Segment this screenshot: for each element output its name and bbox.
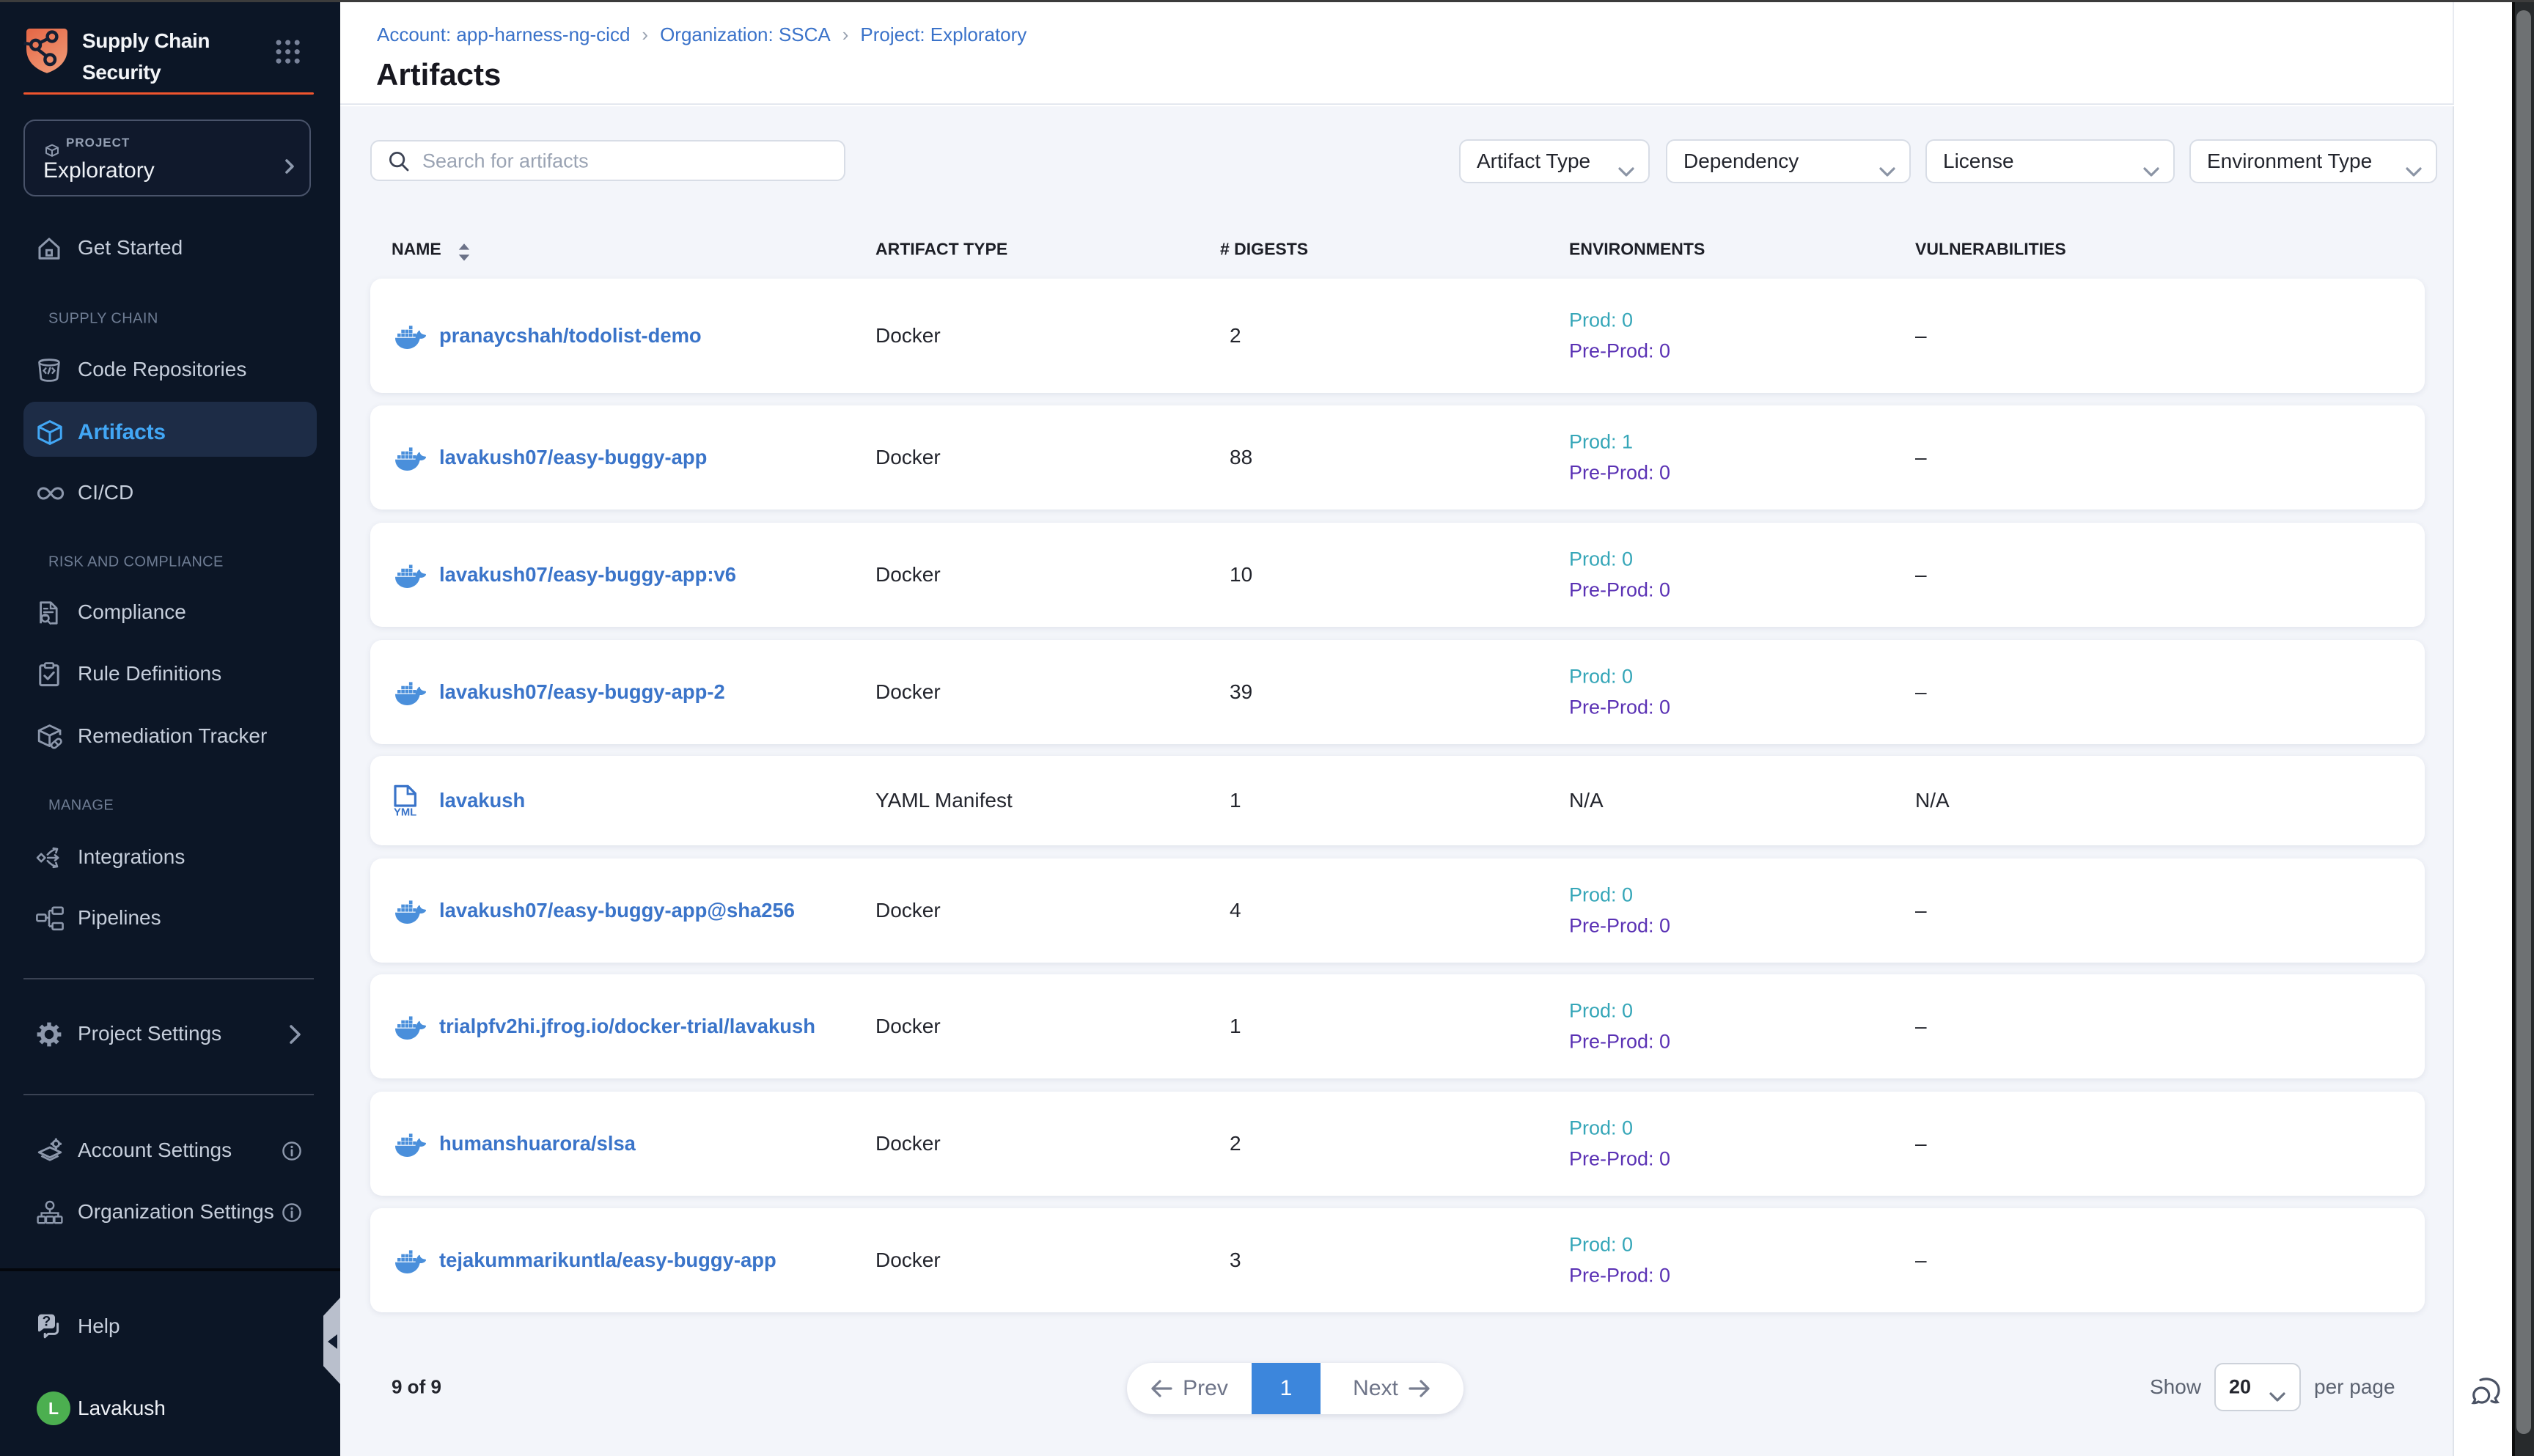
svg-text:?: ? — [43, 1315, 51, 1330]
svg-text:YML: YML — [394, 807, 416, 817]
